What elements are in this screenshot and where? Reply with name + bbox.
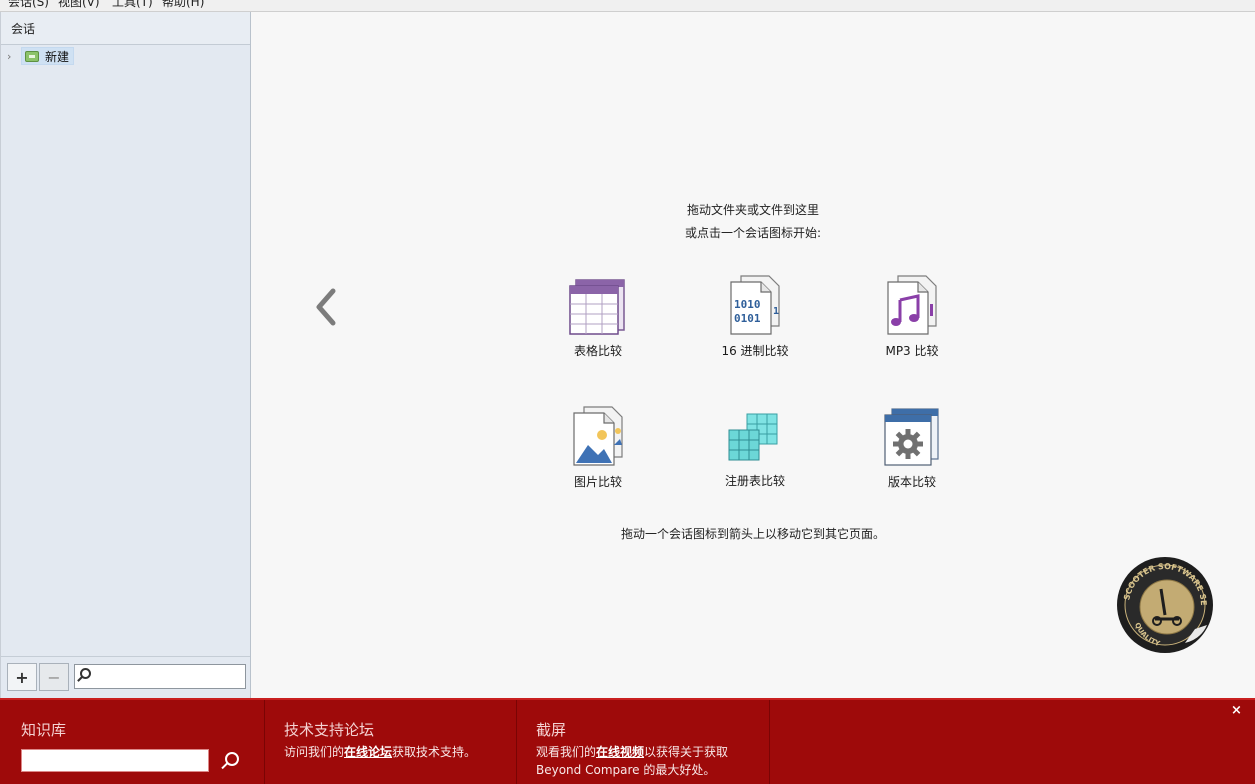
hex-compare-icon: 1010 0101 1	[730, 275, 780, 335]
online-forum-link[interactable]: 在线论坛	[344, 745, 392, 759]
remove-session-button[interactable]: −	[39, 663, 69, 691]
chevron-right-icon[interactable]: ›	[7, 50, 17, 63]
picture-compare-label: 图片比较	[573, 475, 622, 489]
instruction-line-1: 拖动文件夹或文件到这里	[686, 203, 819, 217]
svg-text:0101: 0101	[734, 312, 761, 325]
screencast-text-before: 观看我们的	[536, 745, 597, 759]
screencast-text-line2: Beyond Compare 的最大好处。	[536, 763, 716, 777]
tree-row-new[interactable]: › 新建	[7, 46, 75, 66]
screencast-section: 截屏 观看我们的在线视频以获得关于获取 Beyond Compare 的最大好处…	[517, 700, 770, 784]
mp3-compare-tile[interactable]: MP3 比较	[857, 274, 967, 359]
online-video-link[interactable]: 在线视频	[596, 745, 644, 759]
previous-page-arrow-icon[interactable]	[313, 287, 339, 327]
version-compare-tile[interactable]: 版本比较	[857, 407, 967, 490]
screencast-text-after: 以获得关于获取	[644, 745, 729, 759]
sidebar-title: 会话	[11, 21, 36, 36]
screencast-text-line1: 观看我们的在线视频以获得关于获取	[536, 743, 728, 761]
knowledge-base-title: 知识库	[21, 721, 67, 739]
hex-compare-label: 16 进制比较	[721, 344, 789, 358]
menu-bar: 会话(S) 视图(V) 工具(T) 帮助(H)	[0, 0, 1255, 12]
picture-compare-icon	[573, 406, 623, 466]
close-icon[interactable]: ×	[1231, 703, 1242, 718]
svg-text:1: 1	[773, 306, 779, 317]
table-compare-label: 表格比较	[573, 344, 622, 358]
bottom-banner: 知识库 技术支持论坛 访问我们的在线论坛获取技术支持。 截屏 观看我们的在线视频…	[0, 698, 1255, 784]
search-icon	[80, 668, 91, 679]
mp3-compare-label: MP3 比较	[885, 344, 939, 358]
table-compare-icon	[569, 279, 625, 335]
knowledge-base-section: 知识库	[0, 700, 265, 784]
drag-hint: 拖动一个会话图标到箭头上以移动它到其它页面。	[620, 527, 885, 541]
add-session-button[interactable]: +	[7, 663, 37, 691]
tree-node-new[interactable]: 新建	[21, 47, 75, 65]
main-panel: 拖动文件夹或文件到这里 或点击一个会话图标开始: 表格比较 1010 0101 …	[251, 12, 1255, 698]
hex-compare-tile[interactable]: 1010 0101 1 16 进制比较	[700, 274, 810, 359]
menu-session[interactable]: 会话(S)	[8, 0, 49, 10]
registry-compare-icon	[728, 413, 778, 461]
sidebar-footer: + −	[1, 656, 250, 698]
session-sidebar: 会话 › 新建 + −	[0, 12, 251, 698]
support-forum-section: 技术支持论坛 访问我们的在线论坛获取技术支持。	[265, 700, 517, 784]
knowledge-base-search-input[interactable]	[21, 749, 209, 772]
forum-text-before: 访问我们的	[284, 745, 345, 759]
support-forum-text: 访问我们的在线论坛获取技术支持。	[284, 743, 476, 761]
picture-compare-tile[interactable]: 图片比较	[543, 405, 653, 490]
session-search-input[interactable]	[74, 664, 246, 689]
forum-text-after: 获取技术支持。	[392, 745, 477, 759]
registry-compare-tile[interactable]: 注册表比较	[700, 410, 810, 489]
menu-tools[interactable]: 工具(T)	[112, 0, 153, 10]
mp3-compare-icon	[887, 275, 937, 335]
registry-compare-label: 注册表比较	[724, 474, 785, 488]
menu-view[interactable]: 视图(V)	[58, 0, 100, 10]
quality-seal-logo: SCOOTER SOFTWARE SEAL QUALITY	[1115, 555, 1213, 653]
version-compare-icon	[884, 408, 939, 466]
version-compare-label: 版本比较	[887, 475, 936, 489]
menu-help[interactable]: 帮助(H)	[162, 0, 204, 10]
screencast-title: 截屏	[536, 721, 567, 739]
search-icon[interactable]	[221, 752, 239, 768]
new-session-folder-icon	[25, 50, 39, 62]
svg-text:1010: 1010	[734, 298, 761, 311]
table-compare-tile[interactable]: 表格比较	[543, 278, 653, 359]
support-forum-title: 技术支持论坛	[284, 721, 375, 739]
tree-node-label: 新建	[45, 49, 70, 64]
sidebar-header: 会话	[1, 12, 250, 45]
instruction-line-2: 或点击一个会话图标开始:	[684, 226, 822, 240]
